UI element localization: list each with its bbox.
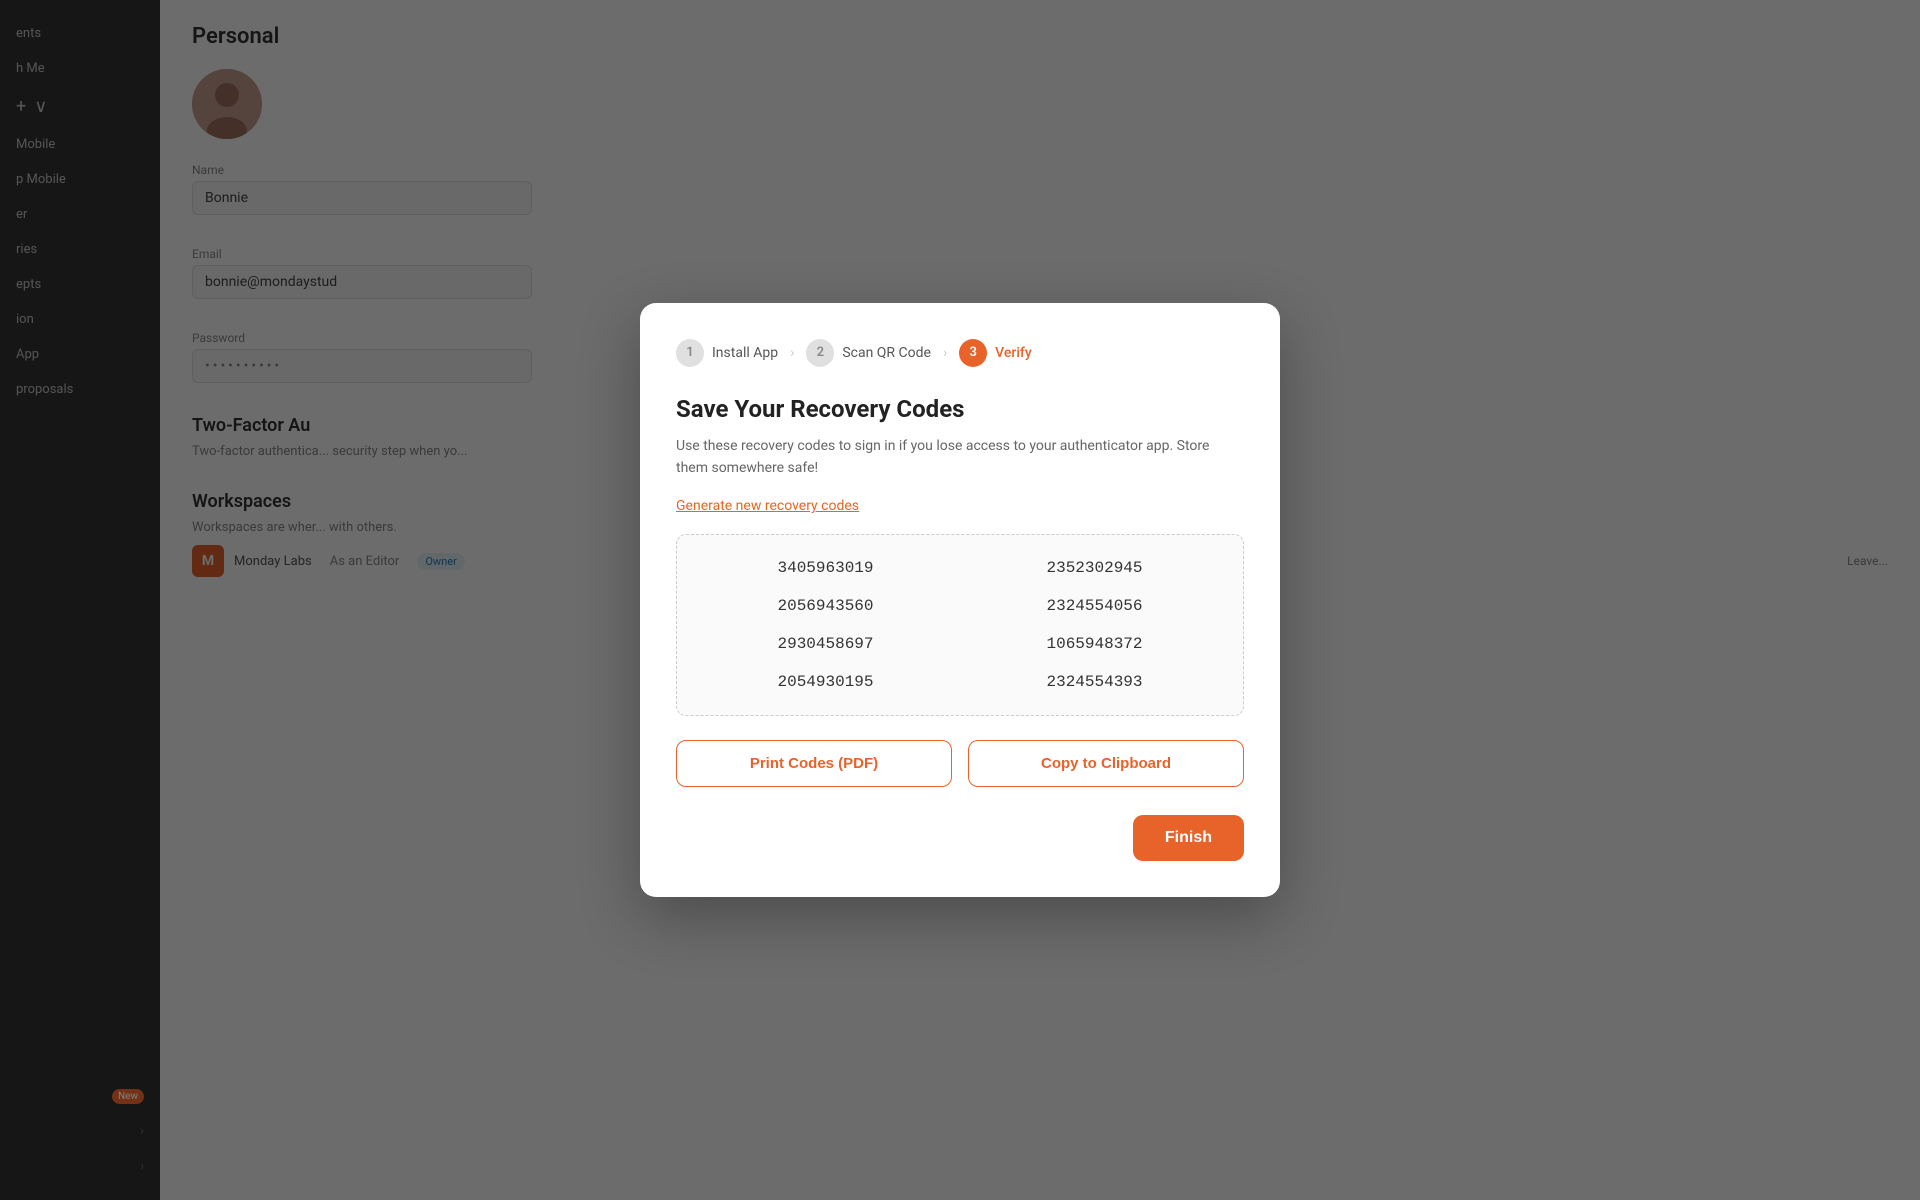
step-chevron-1: › xyxy=(790,345,794,361)
recovery-codes-box: 3405963019 2352302945 2056943560 2324554… xyxy=(676,534,1244,716)
step-2-circle: 2 xyxy=(806,339,834,367)
finish-row: Finish xyxy=(676,815,1244,861)
step-2: 2 Scan QR Code xyxy=(806,339,931,367)
code-4: 2324554056 xyxy=(970,597,1219,615)
modal-title: Save Your Recovery Codes xyxy=(676,395,1244,423)
step-1-circle: 1 xyxy=(676,339,704,367)
step-1: 1 Install App xyxy=(676,339,778,367)
recovery-codes-modal: 1 Install App › 2 Scan QR Code › 3 Veri xyxy=(640,303,1280,898)
finish-button[interactable]: Finish xyxy=(1133,815,1244,861)
step-3: 3 Verify xyxy=(959,339,1032,367)
generate-new-codes-link[interactable]: Generate new recovery codes xyxy=(676,498,859,514)
code-5: 2930458697 xyxy=(701,635,950,653)
action-buttons: Print Codes (PDF) Copy to Clipboard xyxy=(676,740,1244,787)
modal-overlay: 1 Install App › 2 Scan QR Code › 3 Veri xyxy=(0,0,1920,1200)
step-2-label: Scan QR Code xyxy=(842,345,931,361)
step-3-circle: 3 xyxy=(959,339,987,367)
codes-grid: 3405963019 2352302945 2056943560 2324554… xyxy=(701,559,1219,691)
code-8: 2324554393 xyxy=(970,673,1219,691)
step-3-label: Verify xyxy=(995,345,1032,361)
code-1: 3405963019 xyxy=(701,559,950,577)
code-7: 2054930195 xyxy=(701,673,950,691)
step-chevron-2: › xyxy=(943,345,947,361)
code-3: 2056943560 xyxy=(701,597,950,615)
stepper: 1 Install App › 2 Scan QR Code › 3 Veri xyxy=(676,339,1244,367)
code-6: 1065948372 xyxy=(970,635,1219,653)
copy-to-clipboard-button[interactable]: Copy to Clipboard xyxy=(968,740,1244,787)
step-1-label: Install App xyxy=(712,345,778,361)
print-codes-button[interactable]: Print Codes (PDF) xyxy=(676,740,952,787)
modal-description: Use these recovery codes to sign in if y… xyxy=(676,435,1244,480)
code-2: 2352302945 xyxy=(970,559,1219,577)
